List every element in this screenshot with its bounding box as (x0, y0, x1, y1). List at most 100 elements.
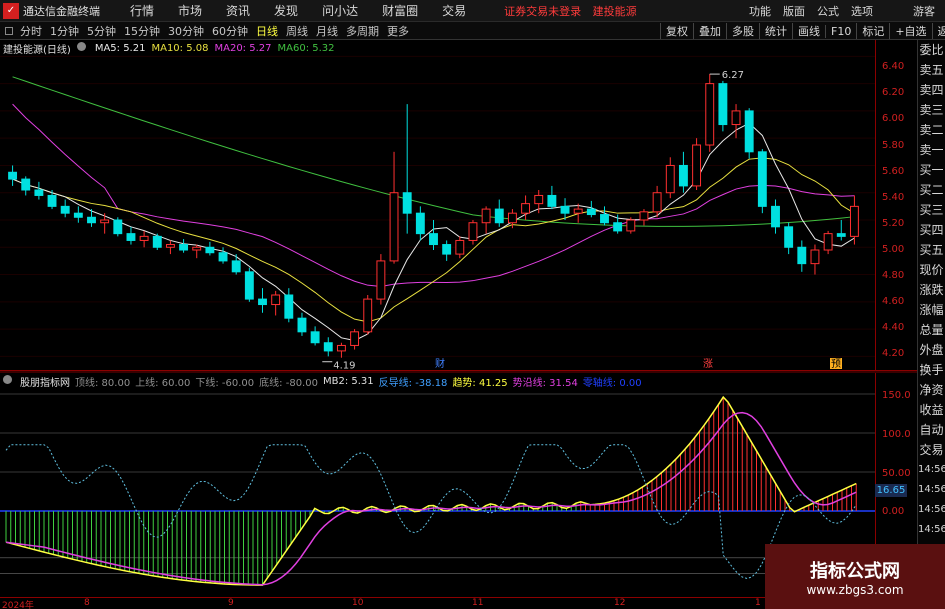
side-label[interactable]: 卖五 (918, 60, 945, 80)
side-label[interactable]: 现价 (918, 260, 945, 280)
candlestick-chart[interactable]: 6.27 4.19 财 涨 预 (0, 40, 875, 370)
price-tick: 4.80 (882, 270, 905, 281)
indicator-settings-icon[interactable] (76, 42, 89, 54)
side-label[interactable]: 外盘 (918, 340, 945, 360)
tool-add-watchlist-button[interactable]: +自选 (889, 23, 931, 39)
tool-overlay-button[interactable]: 叠加 (693, 23, 726, 39)
side-label[interactable]: 涨幅 (918, 300, 945, 320)
indicator-settings-icon[interactable] (3, 375, 15, 387)
side-label[interactable]: 14:56 (918, 460, 945, 480)
event-marker: 预 (831, 358, 841, 370)
menu-functions[interactable]: 功能 (743, 3, 777, 19)
side-label[interactable]: 卖四 (918, 80, 945, 100)
oscillator-chart[interactable] (0, 373, 875, 597)
side-label[interactable]: 14:56 (918, 520, 945, 540)
candle-body (323, 342, 333, 352)
price-tick: 6.20 (882, 87, 905, 98)
candle-body (152, 235, 162, 248)
side-label[interactable]: 总量 (918, 320, 945, 340)
menu-market[interactable]: 市场 (166, 2, 214, 19)
candle-body (87, 216, 96, 224)
candle-body (244, 271, 254, 300)
tab-daily[interactable]: 日线 (252, 23, 282, 39)
bottom-line-value: 底线: -80.00 (259, 377, 318, 389)
price-tick: 6.40 (882, 61, 905, 72)
app-logo-icon: ✓ (3, 2, 19, 19)
price-tick: 5.20 (882, 218, 905, 229)
candle-body (442, 244, 452, 255)
tab-15min[interactable]: 15分钟 (120, 23, 164, 39)
candle-body (73, 212, 83, 218)
price-tick: 4.40 (882, 322, 905, 333)
menu-options[interactable]: 选项 (845, 3, 879, 19)
tab-more[interactable]: 更多 (383, 23, 413, 39)
side-label[interactable]: 14:56 (918, 500, 945, 520)
side-label[interactable]: 净资 (918, 380, 945, 400)
side-label[interactable]: 委比 (918, 40, 945, 60)
tab-5min[interactable]: 5分钟 (83, 23, 120, 39)
candle-body (521, 203, 531, 214)
guest-user[interactable]: 游客 (913, 3, 935, 19)
side-label[interactable]: 卖一 (918, 140, 945, 160)
candle-body (8, 171, 18, 180)
tab-multi-period[interactable]: 多周期 (342, 23, 383, 39)
candle-body (613, 222, 623, 232)
tab-1min[interactable]: 1分钟 (46, 23, 83, 39)
ma20-line (12, 103, 855, 288)
menu-layout[interactable]: 版面 (777, 3, 811, 19)
candle-body (60, 205, 70, 214)
tool-draw-button[interactable]: 画线 (792, 23, 825, 39)
menu-market-quotes[interactable]: 行情 (118, 2, 166, 19)
sub-indicator-legend: 股朋指标网 顶线: 80.00 上线: 60.00 下线: -60.00 底线:… (0, 373, 647, 389)
trend-edge-value: 势沿线: 31.54 (512, 377, 578, 389)
candle-body (665, 164, 675, 194)
candle-body (415, 212, 425, 235)
menu-wealth-circle[interactable]: 财富圈 (370, 2, 430, 19)
indicator-name: 股朋指标网 (20, 377, 70, 389)
menu-ask-assistant[interactable]: 问小达 (310, 2, 370, 19)
tab-60min[interactable]: 60分钟 (208, 23, 252, 39)
side-label[interactable]: 自动 (918, 420, 945, 440)
event-marker: 涨 (703, 358, 713, 370)
candle-body (849, 205, 859, 237)
tab-intraday[interactable]: 分时 (16, 23, 46, 39)
menu-discover[interactable]: 发现 (262, 2, 310, 19)
lower-line-value: 下线: -60.00 (195, 377, 255, 389)
side-label[interactable]: 买三 (918, 200, 945, 220)
upper-line-value: 上线: 60.00 (135, 377, 191, 389)
tab-weekly[interactable]: 周线 (282, 23, 312, 39)
menu-trade[interactable]: 交易 (430, 2, 478, 19)
side-label[interactable]: 买二 (918, 180, 945, 200)
tool-multi-stock-button[interactable]: 多股 (726, 23, 759, 39)
osc-tick: 150.0 (882, 390, 911, 401)
candle-body (573, 208, 583, 214)
side-label[interactable]: 买一 (918, 160, 945, 180)
trend-value: 趋势: 41.25 (452, 377, 508, 389)
candle-body (21, 178, 31, 191)
side-label[interactable]: 14:56 (918, 480, 945, 500)
side-label[interactable]: 卖二 (918, 120, 945, 140)
tab-monthly[interactable]: 月线 (312, 23, 342, 39)
panel-toggle-icon[interactable] (5, 26, 13, 35)
tool-back-button[interactable]: 返回 (931, 23, 945, 39)
candle-body (455, 239, 465, 255)
side-label[interactable]: 买四 (918, 220, 945, 240)
side-label[interactable]: 卖三 (918, 100, 945, 120)
candle-body (823, 233, 833, 251)
tool-stats-button[interactable]: 统计 (759, 23, 792, 39)
app-title: 通达信金融终端 (23, 4, 100, 18)
tool-adjust-button[interactable]: 复权 (660, 23, 693, 39)
menu-formula[interactable]: 公式 (811, 3, 845, 19)
tool-f10-button[interactable]: F10 (825, 24, 856, 38)
side-label[interactable]: 收益 (918, 400, 945, 420)
trade-login-notice[interactable]: 证券交易未登录 (504, 5, 581, 18)
tool-mark-button[interactable]: 标记 (856, 23, 889, 39)
side-label[interactable]: 涨跌 (918, 280, 945, 300)
candle-body (376, 260, 386, 300)
side-label[interactable]: 换手 (918, 360, 945, 380)
side-label[interactable]: 买五 (918, 240, 945, 260)
candle-body (297, 317, 307, 333)
side-label[interactable]: 交易 (918, 440, 945, 460)
tab-30min[interactable]: 30分钟 (164, 23, 208, 39)
menu-news[interactable]: 资讯 (214, 2, 262, 19)
